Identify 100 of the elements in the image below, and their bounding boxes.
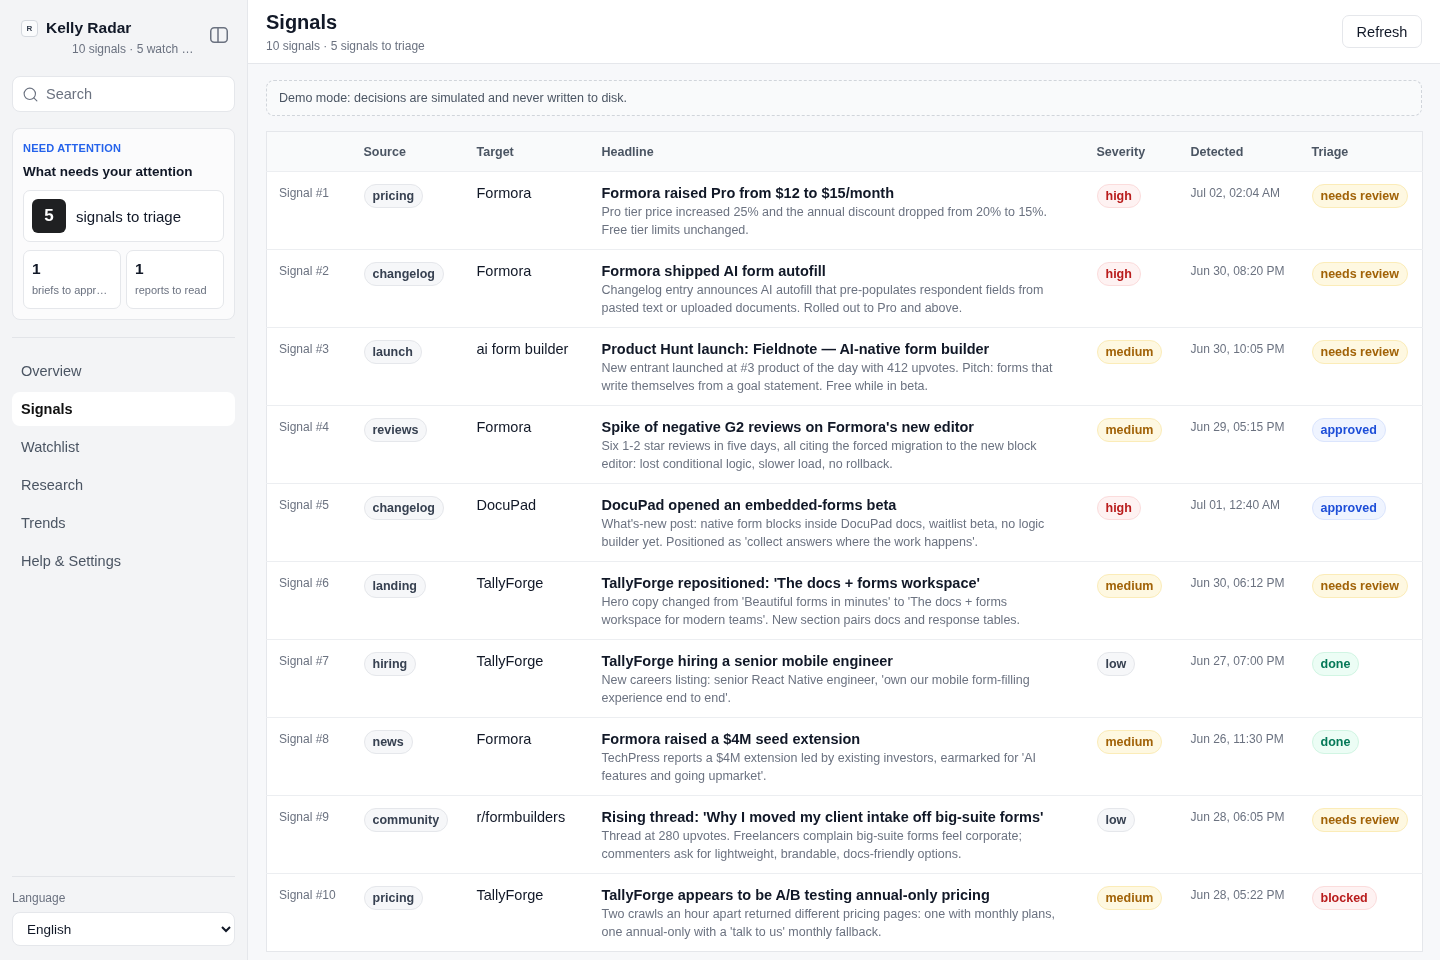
refresh-button[interactable]: Refresh xyxy=(1342,15,1422,48)
signal-summary: TechPress reports a $4M extension led by existing investors, earmarked for 'AI features and going upmarket'. xyxy=(601,750,1038,785)
detected-time: Jun 28, 06:05 PM xyxy=(1190,809,1285,825)
stat-card[interactable]: 1 briefs to appr… xyxy=(23,250,121,309)
detected-time: Jun 28, 05:22 PM xyxy=(1190,887,1285,903)
page-title: Signals xyxy=(266,10,339,35)
source-tag: changelog xyxy=(363,496,444,520)
target-name: r/formbuilders xyxy=(476,808,566,827)
stat-label: briefs to appr… xyxy=(32,283,109,298)
target-name: ai form builder xyxy=(476,340,569,359)
signal-headline: TallyForge hiring a senior mobile engineer xyxy=(601,652,894,671)
signal-summary: Pro tier price increased 25% and the annual discount dropped from 20% to 15%. Free tier limits unchanged. xyxy=(601,204,1048,239)
severity-tag: low xyxy=(1096,808,1136,832)
triage-status-tag: needs review xyxy=(1311,808,1408,832)
language-select[interactable]: English xyxy=(12,912,235,946)
source-tag: community xyxy=(363,808,449,832)
demo-notice: Demo mode: decisions are simulated and never written to disk. xyxy=(266,80,1422,116)
signal-summary: Changelog entry announces AI autofill that pre-populates respondent fields from pasted text or uploaded documents. Rolled out to Pro and above. xyxy=(601,282,1045,317)
search-field[interactable]: Search xyxy=(12,76,235,112)
nav-item[interactable]: Overview xyxy=(12,354,235,388)
source-tag: launch xyxy=(363,340,422,364)
signal-headline: TallyForge repositioned: 'The docs + forms workspace' xyxy=(601,574,981,593)
signal-headline: Formora raised a $4M seed extension xyxy=(601,730,862,749)
section-eyebrow: NEED ATTENTION xyxy=(23,141,123,155)
severity-tag: high xyxy=(1096,262,1141,286)
severity-tag: medium xyxy=(1096,730,1163,754)
detected-time: Jul 01, 12:40 AM xyxy=(1190,497,1280,513)
column-header: Source xyxy=(363,131,477,172)
detected-time: Jun 30, 08:20 PM xyxy=(1190,263,1285,279)
detected-time: Jun 29, 05:15 PM xyxy=(1190,419,1285,435)
target-name: Formora xyxy=(476,262,532,281)
signal-summary: Six 1-2 star reviews in five days, all citing the forced migration to the new block editor: lost conditional logic, slower load, no rollback. xyxy=(601,438,1038,473)
target-name: Formora xyxy=(476,730,532,749)
triage-status-tag: needs review xyxy=(1311,184,1408,208)
app-logo: R xyxy=(21,20,38,37)
nav-item[interactable]: Trends xyxy=(12,506,235,540)
triage-status-tag: approved xyxy=(1311,496,1386,520)
stat-count: 1 xyxy=(135,259,145,279)
source-tag: landing xyxy=(363,574,426,598)
signal-headline: Rising thread: 'Why I moved my client intake off big-suite forms' xyxy=(601,808,1045,827)
nav-item[interactable]: Research xyxy=(12,468,235,502)
triage-status-tag: approved xyxy=(1311,418,1386,442)
target-name: Formora xyxy=(476,184,532,203)
signal-id: Signal #7 xyxy=(279,653,330,669)
triage-status-tag: needs review xyxy=(1311,574,1408,598)
signal-id: Signal #2 xyxy=(279,263,330,279)
source-tag: reviews xyxy=(363,418,428,442)
detected-time: Jun 27, 07:00 PM xyxy=(1190,653,1285,669)
target-name: TallyForge xyxy=(476,886,544,905)
severity-tag: low xyxy=(1096,652,1136,676)
severity-tag: medium xyxy=(1096,340,1163,364)
sidebar-toggle-icon[interactable] xyxy=(210,27,228,43)
signal-id: Signal #4 xyxy=(279,419,330,435)
signal-headline: Spike of negative G2 reviews on Formora's new editor xyxy=(601,418,975,437)
signal-headline: TallyForge appears to be A/B testing annual-only pricing xyxy=(601,886,991,905)
signal-headline: Formora shipped AI form autofill xyxy=(601,262,827,281)
signal-summary: Hero copy changed from 'Beautiful forms in minutes' to 'The docs + forms workspace for modern teams'. New section pairs docs and response tables. xyxy=(601,594,1022,629)
source-tag: changelog xyxy=(363,262,444,286)
triage-summary-card[interactable]: 5 signals to triage xyxy=(23,190,224,242)
signal-id: Signal #10 xyxy=(279,887,336,903)
app-subtitle: 10 signals · 5 watch … xyxy=(71,41,195,57)
severity-tag: medium xyxy=(1096,886,1163,910)
nav-item[interactable]: Help & Settings xyxy=(12,544,235,578)
signal-id: Signal #3 xyxy=(279,341,330,357)
signal-id: Signal #1 xyxy=(279,185,330,201)
nav-item[interactable]: Signals xyxy=(12,392,235,426)
nav-item[interactable]: Watchlist xyxy=(12,430,235,464)
triage-status-tag: needs review xyxy=(1311,262,1408,286)
triage-label: signals to triage xyxy=(76,207,182,225)
target-name: TallyForge xyxy=(476,574,544,593)
page-subtitle: 10 signals · 5 signals to triage xyxy=(266,38,425,54)
signal-summary: Two crawls an hour apart returned different pricing pages: one with monthly plans, one annual-only with a 'talk to us' monthly fallback. xyxy=(601,906,1056,941)
severity-tag: high xyxy=(1096,496,1141,520)
triage-status-tag: needs review xyxy=(1311,340,1408,364)
triage-status-tag: done xyxy=(1311,730,1360,754)
triage-status-tag: done xyxy=(1311,652,1360,676)
search-icon xyxy=(22,86,39,103)
signal-id: Signal #5 xyxy=(279,497,330,513)
target-name: DocuPad xyxy=(476,496,537,515)
column-header: Target xyxy=(476,131,602,172)
target-name: TallyForge xyxy=(476,652,544,671)
severity-tag: medium xyxy=(1096,418,1163,442)
stat-card[interactable]: 1 reports to read xyxy=(126,250,224,309)
language-label: Language xyxy=(12,890,67,906)
signal-headline: Product Hunt launch: Fieldnote — AI-native form builder xyxy=(601,340,991,359)
signal-summary: What's-new post: native form blocks inside DocuPad docs, waitlist beta, no logic builder yet. Positioned as 'collect answers where the work happens'. xyxy=(601,516,1046,551)
signal-headline: Formora raised Pro from $12 to $15/month xyxy=(601,184,895,203)
source-tag: pricing xyxy=(363,184,424,208)
column-header: Detected xyxy=(1190,131,1312,172)
severity-tag: medium xyxy=(1096,574,1163,598)
signal-headline: DocuPad opened an embedded-forms beta xyxy=(601,496,898,515)
target-name: Formora xyxy=(476,418,532,437)
source-tag: pricing xyxy=(363,886,424,910)
source-tag: news xyxy=(363,730,413,754)
signal-id: Signal #9 xyxy=(279,809,330,825)
source-tag: hiring xyxy=(363,652,417,676)
detected-time: Jun 26, 11:30 PM xyxy=(1190,731,1284,747)
column-header: Triage xyxy=(1311,131,1423,172)
attention-title: What needs your attention xyxy=(23,163,194,181)
severity-tag: high xyxy=(1096,184,1141,208)
